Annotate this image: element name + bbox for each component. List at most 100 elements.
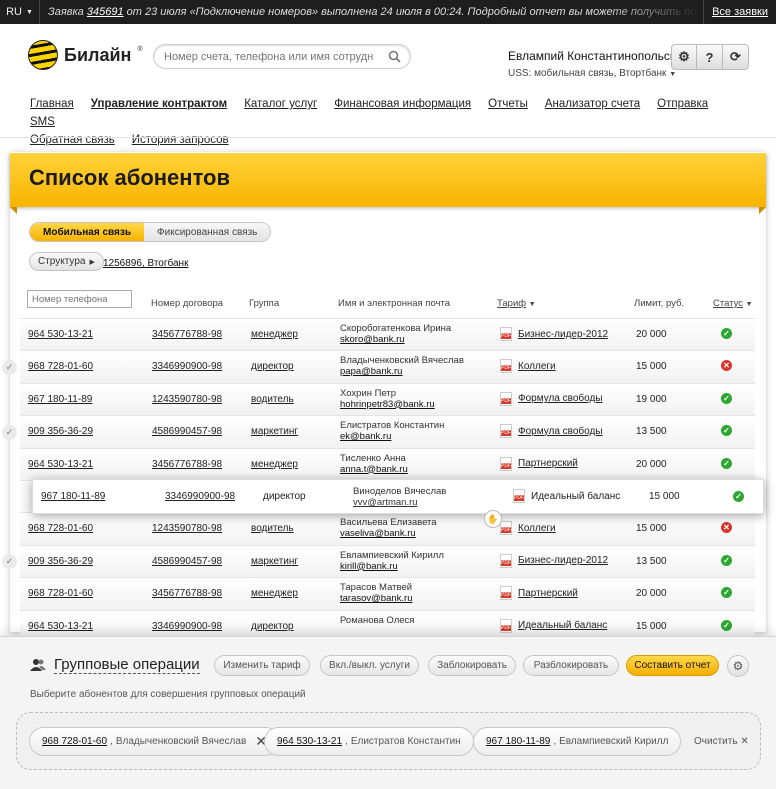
table-row[interactable]: 909 356-36-29 4586990457-98 маркетинг Елист… [20, 415, 755, 448]
tariff-link[interactable]: Партнерский [500, 586, 578, 601]
table-row[interactable]: 968 728-01-60 1243590780-98 водитель Василь… [20, 512, 755, 545]
pdf-icon [500, 521, 512, 536]
group-link[interactable]: менеджер [251, 459, 298, 470]
search-input[interactable] [154, 45, 374, 68]
email-link[interactable]: hohrinpetr83@bank.ru [340, 399, 435, 410]
group-link[interactable]: директор [251, 361, 294, 372]
tariff-link[interactable]: Бизнес-лидер-2012 [500, 553, 608, 568]
change-tariff-button[interactable]: Изменить тариф [214, 655, 310, 676]
phone-filter-input[interactable] [27, 290, 132, 308]
nav-item-finance[interactable]: Финансовая информация [334, 98, 471, 110]
table-row[interactable]: 964 530-13-21 3456776788-98 менеджер Скороб… [20, 318, 755, 351]
contract-link[interactable]: 1243590780-98 [152, 394, 222, 405]
contract-link[interactable]: 3346990900-98 [152, 621, 222, 632]
selected-check-icon[interactable]: ✓ [2, 554, 17, 569]
email-link[interactable]: papa@bank.ru [340, 366, 464, 377]
contract-link[interactable]: 1243590780-98 [152, 523, 222, 534]
email-link[interactable]: vaseliva@bank.ru [340, 528, 437, 539]
contract-link[interactable]: 3456776788-98 [152, 329, 222, 340]
column-header-tariff[interactable]: Тариф ▼ [497, 298, 536, 309]
email-link[interactable]: tarasov@bank.ru [340, 593, 412, 604]
structure-button[interactable]: Структура ▶ [29, 252, 104, 271]
phone-link[interactable]: 967 180-11-89 [28, 394, 92, 405]
group-operations-title[interactable]: Групповые операции [30, 656, 200, 674]
account-selector[interactable]: USS: мобильная связь, Втортбанк ▼ [508, 68, 689, 79]
group-link[interactable]: менеджер [251, 588, 298, 599]
language-switch[interactable]: RU ▼ [0, 0, 40, 24]
tariff-link[interactable]: Бизнес-лидер-2012 [500, 327, 608, 341]
group-link[interactable]: маркетинг [251, 556, 298, 567]
tariff-link[interactable]: Формула свободы [500, 391, 603, 406]
toggle-services-button[interactable]: Вкл./выкл. услуги [320, 655, 419, 676]
selected-check-icon[interactable]: ✓ [2, 425, 17, 440]
nav-item-feedback[interactable]: Обратная связь [30, 134, 115, 146]
nav-item-contract[interactable]: Управление контрактом [91, 98, 227, 110]
create-report-button[interactable]: Составить отчет [626, 655, 719, 676]
logout-button[interactable]: ⟳ [723, 44, 749, 70]
nav-item-catalog[interactable]: Каталог услуг [244, 98, 317, 110]
tariff-link[interactable]: Идеальный баланс [500, 618, 607, 633]
nav-divider [0, 137, 776, 138]
service-type-toggle: Мобильная связь Фиксированная связь [29, 222, 272, 242]
group-link[interactable]: директор [251, 621, 294, 632]
search-icon[interactable] [388, 50, 401, 66]
phone-link[interactable]: 968 728-01-60 [28, 361, 93, 372]
help-button[interactable]: ? [697, 44, 723, 70]
group-link[interactable]: менеджер [251, 329, 298, 340]
phone-link[interactable]: 968 728-01-60 [28, 523, 93, 534]
phone-link[interactable]: 964 530-13-21 [28, 459, 93, 470]
chip-phone[interactable]: 964 530-13-21 [277, 736, 342, 747]
pdf-icon [500, 456, 512, 471]
phone-link[interactable]: 964 530-13-21 [28, 621, 93, 632]
block-button[interactable]: Заблокировать [428, 655, 516, 676]
settings-button[interactable]: ⚙ [671, 44, 697, 70]
all-requests-link[interactable]: Все заявки [703, 0, 776, 24]
nav-item-home[interactable]: Главная [30, 98, 74, 110]
contract-link[interactable]: 3456776788-98 [152, 459, 222, 470]
email-link[interactable]: kirill@bank.ru [340, 561, 444, 572]
selected-check-icon[interactable]: ✓ [2, 360, 17, 375]
chip-phone[interactable]: 967 180-11-89 [486, 736, 550, 747]
group-link[interactable]: маркетинг [251, 426, 298, 437]
status-ok-icon: ✓ [721, 425, 732, 437]
table-row[interactable]: 909 356-36-29 4586990457-98 маркетинг Евлам… [20, 544, 755, 578]
contract-link[interactable]: 4586990457-98 [152, 426, 222, 437]
gear-icon[interactable]: ⚙ [727, 655, 749, 677]
email-link[interactable]: anna.t@bank.ru [340, 464, 408, 475]
dragged-row[interactable]: 967 180-11-89 3346990900-98 директор Вин… [32, 479, 764, 514]
request-link[interactable]: 345691 [87, 6, 124, 18]
contract-link[interactable]: 4586990457-98 [152, 556, 222, 567]
table-row[interactable]: 964 530-13-21 3456776788-98 менеджер Тислен… [20, 447, 755, 480]
tab-fixed[interactable]: Фиксированная связь [144, 223, 271, 241]
column-header-status[interactable]: Статус ▼ [713, 298, 753, 309]
phone-link[interactable]: 964 530-13-21 [28, 329, 93, 340]
table-row[interactable]: 968 728-01-60 3346990900-98 директор Владыч… [20, 350, 755, 383]
unblock-button[interactable]: Разблокировать [523, 655, 619, 676]
selected-subscriber-chip[interactable]: 968 728-01-60, Владыченковский Вячеслав ✕ [29, 727, 280, 756]
selected-subscriber-chip[interactable]: 964 530-13-21, Елистратов Константин [264, 727, 474, 756]
table-row[interactable]: 967 180-11-89 1243590780-98 водитель Хохрин… [20, 382, 755, 416]
email-link[interactable]: skoro@bank.ru [340, 334, 451, 345]
logo[interactable]: Билайн ® [28, 40, 143, 70]
group-link[interactable]: водитель [251, 394, 294, 405]
table-row[interactable]: 968 728-01-60 3456776788-98 менеджер Тарасо… [20, 577, 755, 610]
email-link[interactable]: ek@bank.ru [340, 431, 444, 442]
tariff-link[interactable]: Формула свободы [500, 424, 603, 439]
phone-link[interactable]: 909 356-36-29 [28, 556, 93, 567]
tariff-link[interactable]: Коллеги [500, 359, 556, 374]
tab-mobile[interactable]: Мобильная связь [30, 223, 145, 241]
contract-link[interactable]: 3346990900-98 [152, 361, 222, 372]
nav-item-history[interactable]: История запросов [132, 134, 229, 146]
group-link[interactable]: водитель [251, 523, 294, 534]
contract-link[interactable]: 3456776788-98 [152, 588, 222, 599]
tariff-link[interactable]: Коллеги [500, 521, 556, 536]
tariff-link[interactable]: Партнерский [500, 456, 578, 471]
nav-item-reports[interactable]: Отчеты [488, 98, 528, 110]
selected-subscriber-chip[interactable]: 967 180-11-89, Евлампиевский Кирилл [473, 727, 682, 756]
phone-link[interactable]: 909 356-36-29 [28, 426, 93, 437]
chip-phone[interactable]: 968 728-01-60 [42, 736, 107, 747]
phone-link[interactable]: 968 728-01-60 [28, 588, 93, 599]
breadcrumb[interactable]: 1256896, Втогбанк [103, 258, 188, 269]
clear-selection-button[interactable]: Очистить ✕ [694, 736, 749, 747]
nav-item-analyzer[interactable]: Анализатор счета [545, 98, 640, 110]
